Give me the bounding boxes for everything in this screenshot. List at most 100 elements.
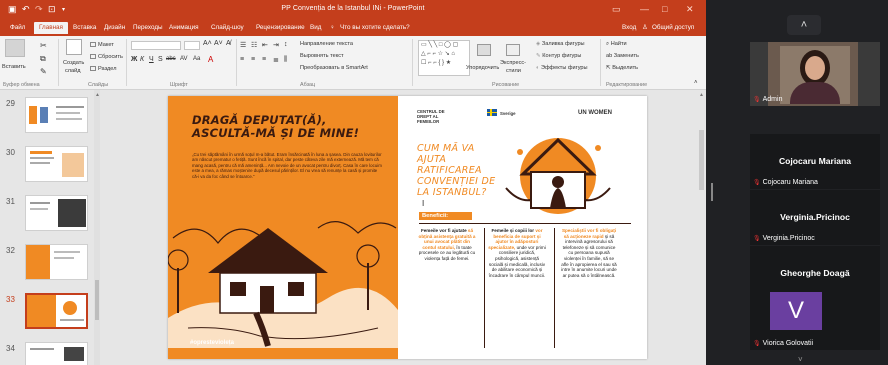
numbering-icon[interactable]: ☷ [251, 41, 257, 49]
new-slide-label-1[interactable]: Создать [63, 60, 84, 66]
smartart-button[interactable]: Преобразовать в SmartArt [300, 65, 368, 71]
copy-icon[interactable]: ⧉ [40, 54, 46, 64]
find-label: Найти [610, 41, 627, 47]
justify-icon[interactable]: ≣ [273, 56, 279, 64]
thumbnails-scrollbar[interactable]: ▲ [94, 90, 100, 365]
strikethrough-icon[interactable]: abc [166, 56, 176, 62]
clear-format-icon[interactable]: A̸ [226, 40, 231, 47]
cut-icon[interactable]: ✂ [40, 41, 47, 50]
reset-button[interactable]: Сбросить [90, 54, 123, 60]
share-button[interactable]: Общий доступ [652, 24, 694, 31]
underline-icon[interactable]: Ч [149, 56, 154, 63]
quick-styles-icon[interactable] [506, 44, 520, 56]
tab-transitions[interactable]: Переходы [133, 24, 163, 31]
shadow-icon[interactable]: S [158, 56, 163, 63]
tab-home[interactable]: Главная [34, 22, 68, 34]
paragraph-group-label: Абзац [300, 82, 316, 88]
paste-button[interactable]: Вставить [2, 64, 26, 70]
ribbon-tabs: Файл Главная Вставка Дизайн Переходы Ани… [0, 20, 706, 36]
close-icon[interactable]: ✕ [686, 4, 694, 15]
tab-animations[interactable]: Анимация [169, 24, 199, 31]
tab-slideshow[interactable]: Слайд-шоу [211, 24, 244, 31]
align-text-button[interactable]: Выровнять текст [300, 53, 344, 59]
slide-scrollbar[interactable]: ▲ [697, 90, 706, 365]
char-spacing-icon[interactable]: AV [180, 56, 188, 62]
scroll-up-icon[interactable]: ▲ [699, 92, 704, 98]
benefit-1-text-a: Femeile vor fi ajutate [420, 228, 468, 233]
tab-insert[interactable]: Вставка [73, 24, 96, 31]
scrollbar-thumb[interactable] [95, 280, 99, 320]
thumb-number: 31 [6, 197, 15, 206]
text-direction-button[interactable]: Направление текста [300, 41, 353, 47]
participant-tile[interactable]: Cojocaru Mariana 🎙 Cojocaru Mariana [750, 134, 880, 189]
find-button[interactable]: ⌕ Найти [606, 41, 627, 48]
screen: ▣ ↶ ↷ ⊡ ▾ PP Convenția de la Istanbul IN… [0, 0, 888, 365]
scrollbar-thumb[interactable] [699, 130, 704, 190]
participant-tile-video[interactable]: 🎙 Admin [750, 42, 880, 106]
font-name-select[interactable] [131, 41, 181, 50]
shape-outline-button[interactable]: ✎ Контур фигуры [536, 53, 581, 59]
shape-effects-button[interactable]: ◐ Эффекты фигуры [536, 65, 588, 71]
replace-icon: ab [606, 53, 614, 59]
section-button[interactable]: Раздел [90, 66, 117, 72]
sign-in-link[interactable]: Вход [622, 24, 636, 31]
slide-thumbnail-30[interactable] [25, 146, 88, 182]
scroll-up-icon[interactable]: ▲ [95, 92, 100, 98]
quick-styles-label-2[interactable]: стили [506, 68, 521, 74]
thumb-line [54, 257, 74, 259]
arrange-icon[interactable] [477, 44, 491, 56]
decrease-indent-icon[interactable]: ⇤ [262, 41, 268, 49]
slide-thumbnail-34[interactable] [25, 342, 88, 365]
format-painter-icon[interactable]: ✎ [40, 67, 47, 76]
participant-name: Viorica Golovatii [762, 340, 814, 347]
slide-thumbnail-29[interactable] [25, 97, 88, 133]
slide-thumbnail-32[interactable] [25, 244, 88, 280]
shape-fill-button[interactable]: ◈ Заливка фигуры [536, 41, 585, 47]
bold-icon[interactable]: Ж [131, 56, 137, 63]
chevron-down-icon[interactable]: ˅ [798, 355, 803, 364]
tell-me-box[interactable]: Что вы хотите сделать? [340, 24, 410, 31]
tab-view[interactable]: Вид [310, 24, 321, 31]
participant-caption: 🎙 Viorica Golovatii [753, 340, 813, 347]
align-left-icon[interactable]: ≡ [240, 56, 244, 63]
participant-tile[interactable]: Verginia.Pricinoc 🎙 Verginia.Pricinoc [750, 190, 880, 245]
line-spacing-icon[interactable]: ↕ [284, 41, 288, 48]
columns-icon[interactable]: ⫼ [284, 56, 287, 64]
scroll-up-button[interactable]: ˄ [787, 15, 821, 35]
font-color-icon[interactable]: A [208, 55, 213, 64]
shrink-font-icon[interactable]: A˅ [214, 40, 223, 47]
panel-resize-handle[interactable] [711, 183, 713, 201]
grow-font-icon[interactable]: A˄ [203, 40, 212, 47]
paste-icon[interactable] [5, 39, 25, 57]
new-slide-icon[interactable] [66, 39, 82, 55]
align-center-icon[interactable]: ≡ [251, 56, 255, 63]
new-slide-label-2[interactable]: слайд [65, 68, 81, 74]
tell-me-icon[interactable]: ♀ [330, 24, 335, 31]
change-case-icon[interactable]: Aa [193, 56, 200, 62]
align-right-icon[interactable]: ≡ [262, 56, 266, 63]
replace-button[interactable]: ab Заменить [606, 53, 639, 59]
tab-review[interactable]: Рецензирование [256, 24, 305, 31]
share-icon[interactable]: ♙ [642, 24, 648, 31]
minimize-icon[interactable]: — [640, 4, 649, 14]
ribbon-display-icon[interactable]: ▭ [612, 4, 621, 15]
select-button[interactable]: ⇱ Выделить [606, 65, 638, 71]
slide-thumbnail-31[interactable] [25, 195, 88, 231]
tab-file[interactable]: Файл [10, 24, 25, 31]
collapse-ribbon-icon[interactable]: ˄ [694, 80, 698, 86]
tab-design[interactable]: Дизайн [104, 24, 125, 31]
maximize-icon[interactable]: □ [662, 4, 667, 14]
font-group-label: Шрифт [170, 82, 188, 88]
italic-icon[interactable]: К [140, 56, 144, 63]
arrange-button[interactable]: Упорядочить [466, 65, 499, 71]
mic-muted-icon: 🎙 [753, 97, 761, 103]
layout-button[interactable]: Макет [90, 42, 114, 48]
flag-cross-h [487, 112, 497, 113]
font-size-select[interactable] [184, 41, 200, 50]
shapes-gallery[interactable]: ▭ ╲ ╲ □ ◯ ▢ △ ⌐ ⌐ ☆ ↘ ⌂ ☐ ⌐ ⌐ { } ★ [418, 40, 470, 76]
increase-indent-icon[interactable]: ⇥ [273, 41, 279, 49]
slide-thumbnail-33[interactable] [25, 293, 88, 329]
quick-styles-label-1[interactable]: Экспресс- [500, 60, 526, 66]
bullets-icon[interactable]: ☰ [240, 41, 246, 49]
slide-canvas[interactable]: DRAGĂ DEPUTAT(Ă), ASCULTĂ-MĂ ȘI DE MINE!… [168, 96, 647, 359]
